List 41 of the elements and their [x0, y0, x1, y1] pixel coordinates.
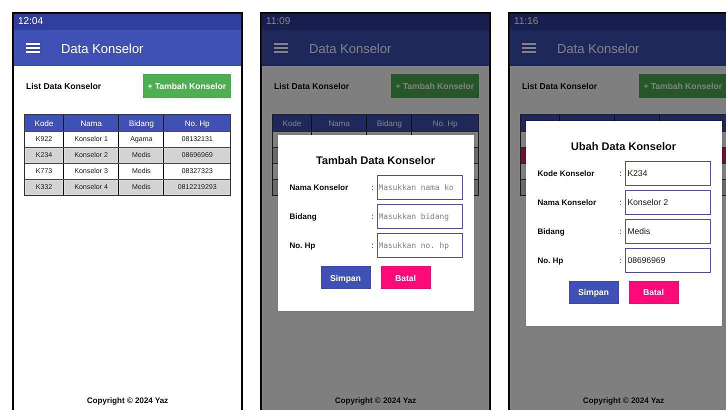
field-label: Bidang	[538, 226, 566, 236]
list-label: List Data Konselor	[26, 81, 102, 91]
field-label: Bidang	[290, 212, 318, 221]
field-label: Nama Konselor	[538, 198, 598, 206]
column-header: No. Hp	[184, 118, 211, 130]
save-button[interactable]: Simpan	[568, 280, 618, 304]
colon: :	[620, 168, 623, 178]
column-header: No. Hp	[432, 118, 459, 130]
status-time: 12:04	[18, 16, 44, 29]
input-field[interactable]: Konselor 2	[624, 190, 710, 214]
status-time: 11:16	[514, 16, 538, 29]
menu-icon[interactable]	[274, 43, 288, 53]
field-label: Kode Konselor	[538, 168, 596, 178]
dialog-title: Ubah Data Konselor	[570, 140, 676, 152]
app-title: Data Konselor	[309, 40, 392, 56]
input-field[interactable]: 08696969	[624, 248, 710, 272]
colon: :	[620, 226, 623, 236]
app-title: Data Konselor	[557, 40, 640, 56]
cancel-button[interactable]: Batal	[628, 280, 678, 304]
copyright-text: Copyright © 2024 Yaz	[86, 396, 168, 407]
colon: :	[372, 212, 375, 221]
input-field[interactable]: Medis	[624, 218, 710, 244]
menu-icon[interactable]	[522, 43, 536, 53]
colon: :	[372, 241, 375, 250]
field-label: No. Hp	[538, 256, 564, 264]
dialog-title: Tambah Data Konselor	[316, 155, 435, 167]
menu-icon[interactable]	[26, 43, 40, 53]
cancel-button[interactable]: Batal	[380, 266, 430, 289]
status-time: 11:09	[266, 16, 290, 29]
list-label: List Data Konselor	[522, 81, 598, 91]
app-title: Data Konselor	[61, 40, 144, 56]
colon: :	[372, 183, 375, 192]
colon: :	[620, 256, 623, 264]
colon: :	[620, 198, 623, 206]
list-label: List Data Konselor	[274, 81, 350, 91]
save-button[interactable]: Simpan	[320, 266, 370, 289]
copyright-text: Copyright © 2024 Yaz	[334, 396, 416, 407]
input-field[interactable]: K234	[624, 160, 710, 186]
copyright-text: Copyright © 2024 Yaz	[582, 396, 664, 407]
field-label: No. Hp	[290, 241, 316, 250]
field-label: Nama Konselor	[290, 183, 350, 192]
